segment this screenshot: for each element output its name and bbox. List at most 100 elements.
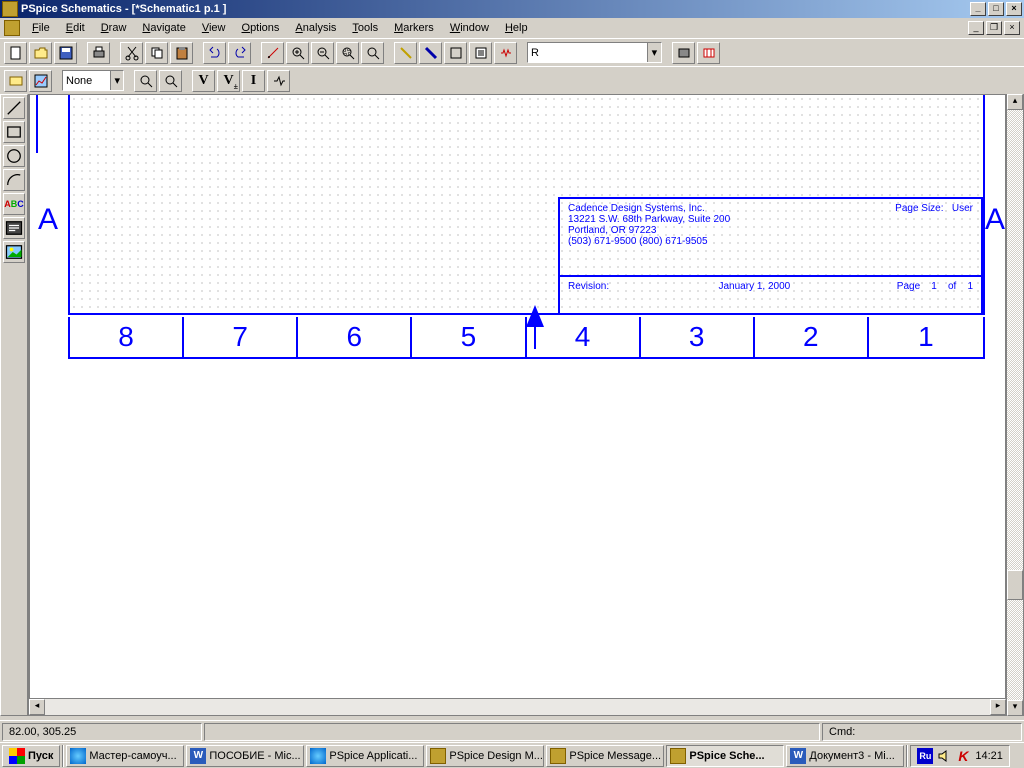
edit-attributes-button[interactable] (469, 42, 492, 64)
print-button[interactable] (87, 42, 110, 64)
menu-view[interactable]: View (194, 20, 234, 36)
start-button[interactable]: Пуск (2, 745, 60, 767)
schematic-canvas[interactable]: A A Cadence Design Systems, Inc. 13221 S… (29, 94, 1006, 699)
titlebar: PSpice Schematics - [*Schematic1 p.1 ] _… (0, 0, 1024, 18)
dropdown-icon[interactable]: ▾ (110, 71, 123, 90)
task-item-6[interactable]: WДокумент3 - Mi... (786, 745, 904, 767)
task-item-2[interactable]: PSpice Applicati... (306, 745, 424, 767)
zoom-area-button[interactable] (336, 42, 359, 64)
tb-date: January 1, 2000 (719, 281, 791, 292)
menu-analysis[interactable]: Analysis (287, 20, 344, 36)
clock[interactable]: 14:21 (975, 750, 1003, 762)
dropdown-icon[interactable]: ▾ (647, 43, 661, 62)
zoom-in-button[interactable] (286, 42, 309, 64)
system-tray[interactable]: Ru K 14:21 (910, 745, 1010, 767)
speaker-icon[interactable] (937, 749, 951, 763)
scroll-thumb[interactable] (1007, 570, 1023, 600)
draw-block-button[interactable] (444, 42, 467, 64)
marker-zoom1-button[interactable] (134, 70, 157, 92)
scroll-right-icon[interactable]: ▸ (990, 699, 1006, 715)
menu-markers[interactable]: Markers (386, 20, 442, 36)
mdi-restore-button[interactable]: ❐ (986, 21, 1002, 35)
scroll-down-icon[interactable]: ▾ (1007, 700, 1023, 716)
paste-button[interactable] (170, 42, 193, 64)
new-button[interactable] (4, 42, 27, 64)
undo-button[interactable] (203, 42, 226, 64)
draw-wire-button[interactable] (394, 42, 417, 64)
redraw-button[interactable] (261, 42, 284, 64)
task-item-4[interactable]: PSpice Message... (546, 745, 664, 767)
circle-icon[interactable] (3, 145, 25, 167)
save-button[interactable] (54, 42, 77, 64)
minimize-button[interactable]: _ (970, 2, 986, 16)
cut-button[interactable] (120, 42, 143, 64)
line-icon[interactable] (3, 97, 25, 119)
word-icon: W (190, 748, 206, 764)
menu-options[interactable]: Options (234, 20, 288, 36)
menu-navigate[interactable]: Navigate (134, 20, 193, 36)
scroll-up-icon[interactable]: ▴ (1007, 94, 1023, 110)
marker-vdiff-button[interactable]: V± (217, 70, 240, 92)
tb-page-label: Page (897, 281, 920, 292)
rect-icon[interactable] (3, 121, 25, 143)
marker-type-input[interactable] (63, 71, 110, 90)
open-button[interactable] (29, 42, 52, 64)
tb-company: Cadence Design Systems, Inc. (568, 203, 730, 214)
horizontal-scrollbar[interactable]: ◂ ▸ (29, 699, 1006, 715)
menubar: File Edit Draw Navigate View Options Ana… (0, 18, 1024, 38)
copy-button[interactable] (145, 42, 168, 64)
mdi-minimize-button[interactable]: _ (968, 21, 984, 35)
menu-edit[interactable]: Edit (58, 20, 93, 36)
mdi-icon[interactable] (4, 20, 20, 36)
tb-rev-label: Revision: (568, 281, 609, 292)
results-button[interactable] (29, 70, 52, 92)
scroll-left-icon[interactable]: ◂ (29, 699, 45, 715)
status-coords: 82.00, 305.25 (2, 723, 202, 741)
redo-button[interactable] (228, 42, 251, 64)
menu-window[interactable]: Window (442, 20, 497, 36)
workspace: ABC A A Cadence Design Systems, Inc. 132… (0, 94, 1024, 716)
part-symbol-button[interactable] (494, 42, 517, 64)
pspice-app-icon (310, 748, 326, 764)
close-button[interactable]: × (1006, 2, 1022, 16)
tb-pagesize-label: Page Size: (895, 203, 943, 214)
main-toolbar: ▾ (0, 38, 1024, 66)
marker-misc-button[interactable] (267, 70, 290, 92)
task-item-5[interactable]: PSpice Sche... (666, 745, 784, 767)
part-name-input[interactable] (528, 43, 647, 62)
language-indicator[interactable]: Ru (917, 748, 933, 764)
menu-draw[interactable]: Draw (93, 20, 135, 36)
edit-symbol-button[interactable] (697, 42, 720, 64)
arc-icon[interactable] (3, 169, 25, 191)
menu-file[interactable]: File (24, 20, 58, 36)
marker-v-button[interactable]: V (192, 70, 215, 92)
zoom-fit-button[interactable] (361, 42, 384, 64)
mdi-close-button[interactable]: × (1004, 21, 1020, 35)
menu-tools[interactable]: Tools (344, 20, 386, 36)
pspice-sch-icon (670, 748, 686, 764)
vertical-scrollbar[interactable]: ▴ ▾ (1007, 94, 1023, 716)
picture-icon[interactable] (3, 241, 25, 263)
part-name-combo[interactable]: ▾ (527, 42, 662, 63)
row-label-right: A (985, 203, 1005, 237)
marker-type-combo[interactable]: ▾ (62, 70, 124, 91)
simulate-button[interactable] (4, 70, 27, 92)
drawing-palette: ABC (0, 94, 28, 716)
draw-bus-button[interactable] (419, 42, 442, 64)
task-item-1[interactable]: WПОСОБИЕ - Mic... (186, 745, 304, 767)
zoom-out-button[interactable] (311, 42, 334, 64)
task-item-0[interactable]: Мастер-самоуч... (66, 745, 184, 767)
task-item-3[interactable]: PSpice Design M... (426, 745, 544, 767)
row-label-left: A (38, 203, 58, 237)
title-block[interactable]: Cadence Design Systems, Inc. 13221 S.W. … (558, 197, 983, 315)
marker-i-button[interactable]: I (242, 70, 265, 92)
maximize-button[interactable]: □ (988, 2, 1004, 16)
menu-help[interactable]: Help (497, 20, 536, 36)
tb-page-total: 1 (967, 281, 973, 292)
text-icon[interactable]: ABC (3, 193, 25, 215)
marker-zoom2-button[interactable] (159, 70, 182, 92)
get-part-button[interactable] (672, 42, 695, 64)
antivirus-icon[interactable]: K (955, 748, 971, 764)
textbox-icon[interactable] (3, 217, 25, 239)
window-title: PSpice Schematics - [*Schematic1 p.1 ] (21, 3, 970, 15)
